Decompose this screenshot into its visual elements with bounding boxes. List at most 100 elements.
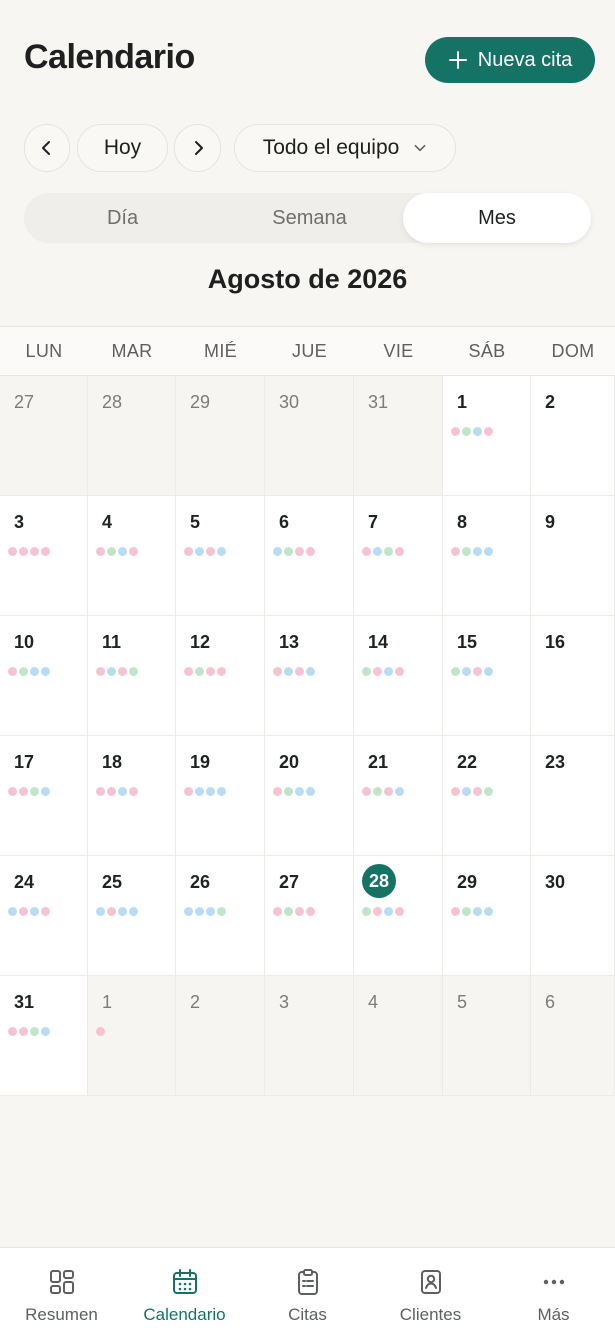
appointment-dot <box>129 907 138 916</box>
day-cell[interactable]: 11 <box>88 616 176 736</box>
day-cell[interactable]: 8 <box>443 496 531 616</box>
day-number: 14 <box>368 632 389 652</box>
app-header: Calendario Nueva cita <box>0 0 615 120</box>
appointment-dots <box>362 787 404 796</box>
day-cell[interactable]: 21 <box>354 736 443 856</box>
appointment-dot <box>195 667 204 676</box>
day-cell[interactable]: 30 <box>265 376 354 496</box>
day-cell[interactable]: 28 <box>354 856 443 976</box>
day-cell[interactable]: 4 <box>354 976 443 1096</box>
appointment-dot <box>206 547 215 556</box>
day-cell[interactable]: 6 <box>265 496 354 616</box>
appointment-dot <box>206 787 215 796</box>
nav-label-clientes: Clientes <box>399 1305 462 1324</box>
appointment-dots <box>8 907 50 916</box>
view-day-tab[interactable]: Día <box>24 193 221 243</box>
weekday-label: MAR <box>111 340 153 361</box>
day-number: 29 <box>457 872 478 892</box>
nav-item-citas[interactable]: Citas <box>246 1248 369 1338</box>
dashboard-icon <box>49 1270 74 1294</box>
day-cell[interactable]: 17 <box>0 736 88 856</box>
day-cell[interactable]: 28 <box>88 376 176 496</box>
appointment-dot <box>41 1027 50 1036</box>
day-number: 10 <box>14 632 35 652</box>
day-cell[interactable]: 27 <box>265 856 354 976</box>
day-cell[interactable]: 13 <box>265 616 354 736</box>
appointment-dot <box>473 427 482 436</box>
day-cell[interactable]: 1 <box>443 376 531 496</box>
appointment-dot <box>273 787 282 796</box>
appointment-dot <box>295 907 304 916</box>
today-day-number: 28 <box>362 864 396 898</box>
day-cell[interactable]: 31 <box>354 376 443 496</box>
month-title: Agosto de 2026 <box>207 264 408 294</box>
appointment-dot <box>473 667 482 676</box>
day-cell[interactable]: 23 <box>531 736 615 856</box>
next-button[interactable] <box>174 124 221 172</box>
appointment-dot <box>273 907 282 916</box>
day-cell[interactable]: 12 <box>176 616 265 736</box>
day-number: 15 <box>457 632 478 652</box>
day-cell[interactable]: 2 <box>531 376 615 496</box>
view-month-tab[interactable]: Mes <box>403 193 591 243</box>
day-cell[interactable]: 29 <box>176 376 265 496</box>
appointment-dot <box>206 907 215 916</box>
day-number: 12 <box>190 632 211 652</box>
nav-label-resumen: Resumen <box>25 1305 98 1324</box>
day-cell[interactable]: 5 <box>176 496 265 616</box>
day-cell[interactable]: 24 <box>0 856 88 976</box>
day-cell[interactable]: 27 <box>0 376 88 496</box>
day-cell[interactable]: 4 <box>88 496 176 616</box>
day-cell[interactable]: 26 <box>176 856 265 976</box>
appointment-dots <box>451 547 493 556</box>
day-cell[interactable]: 29 <box>443 856 531 976</box>
nav-item-calendario[interactable]: Calendario <box>123 1248 246 1338</box>
day-cell[interactable]: 18 <box>88 736 176 856</box>
appointment-dot <box>41 667 50 676</box>
day-cell[interactable]: 1 <box>88 976 176 1096</box>
weekday-label: JUE <box>292 340 327 361</box>
day-cell[interactable]: 3 <box>265 976 354 1096</box>
day-cell[interactable]: 5 <box>443 976 531 1096</box>
nav-item-clientes[interactable]: Clientes <box>369 1248 492 1338</box>
day-cell[interactable]: 20 <box>265 736 354 856</box>
day-number: 1 <box>457 392 468 412</box>
appointment-dots <box>273 667 315 676</box>
nav-item-resumen[interactable]: Resumen <box>0 1248 123 1338</box>
new-appointment-button[interactable]: Nueva cita <box>425 37 595 83</box>
day-cell[interactable]: 16 <box>531 616 615 736</box>
appointment-dot <box>19 667 28 676</box>
day-cell[interactable]: 3 <box>0 496 88 616</box>
nav-item-mas[interactable]: Más <box>492 1248 615 1338</box>
page-title: Calendario <box>24 38 195 76</box>
appointment-dot <box>473 547 482 556</box>
appointment-dot <box>306 667 315 676</box>
day-cell[interactable]: 15 <box>443 616 531 736</box>
day-cell[interactable]: 7 <box>354 496 443 616</box>
day-cell[interactable]: 19 <box>176 736 265 856</box>
day-cell[interactable]: 9 <box>531 496 615 616</box>
appointment-dots <box>451 907 493 916</box>
day-cell[interactable]: 6 <box>531 976 615 1096</box>
day-cell[interactable]: 14 <box>354 616 443 736</box>
day-cell[interactable]: 25 <box>88 856 176 976</box>
appointment-dot <box>184 907 193 916</box>
appointment-dot <box>284 907 293 916</box>
appointment-dots <box>184 907 226 916</box>
today-button[interactable]: Hoy <box>77 124 168 172</box>
appointment-dot <box>8 667 17 676</box>
day-number: 31 <box>14 992 35 1012</box>
appointment-dot <box>8 547 17 556</box>
appointment-dot <box>19 787 28 796</box>
view-week-tab[interactable]: Semana <box>215 193 404 243</box>
day-cell[interactable]: 2 <box>176 976 265 1096</box>
day-cell[interactable]: 31 <box>0 976 88 1096</box>
appointment-dot <box>96 547 105 556</box>
previous-button[interactable] <box>24 124 70 172</box>
day-cell[interactable]: 30 <box>531 856 615 976</box>
day-number: 23 <box>545 752 566 772</box>
day-cell[interactable]: 22 <box>443 736 531 856</box>
team-filter-dropdown[interactable]: Todo el equipo <box>234 124 456 172</box>
appointment-dot <box>373 667 382 676</box>
day-cell[interactable]: 10 <box>0 616 88 736</box>
